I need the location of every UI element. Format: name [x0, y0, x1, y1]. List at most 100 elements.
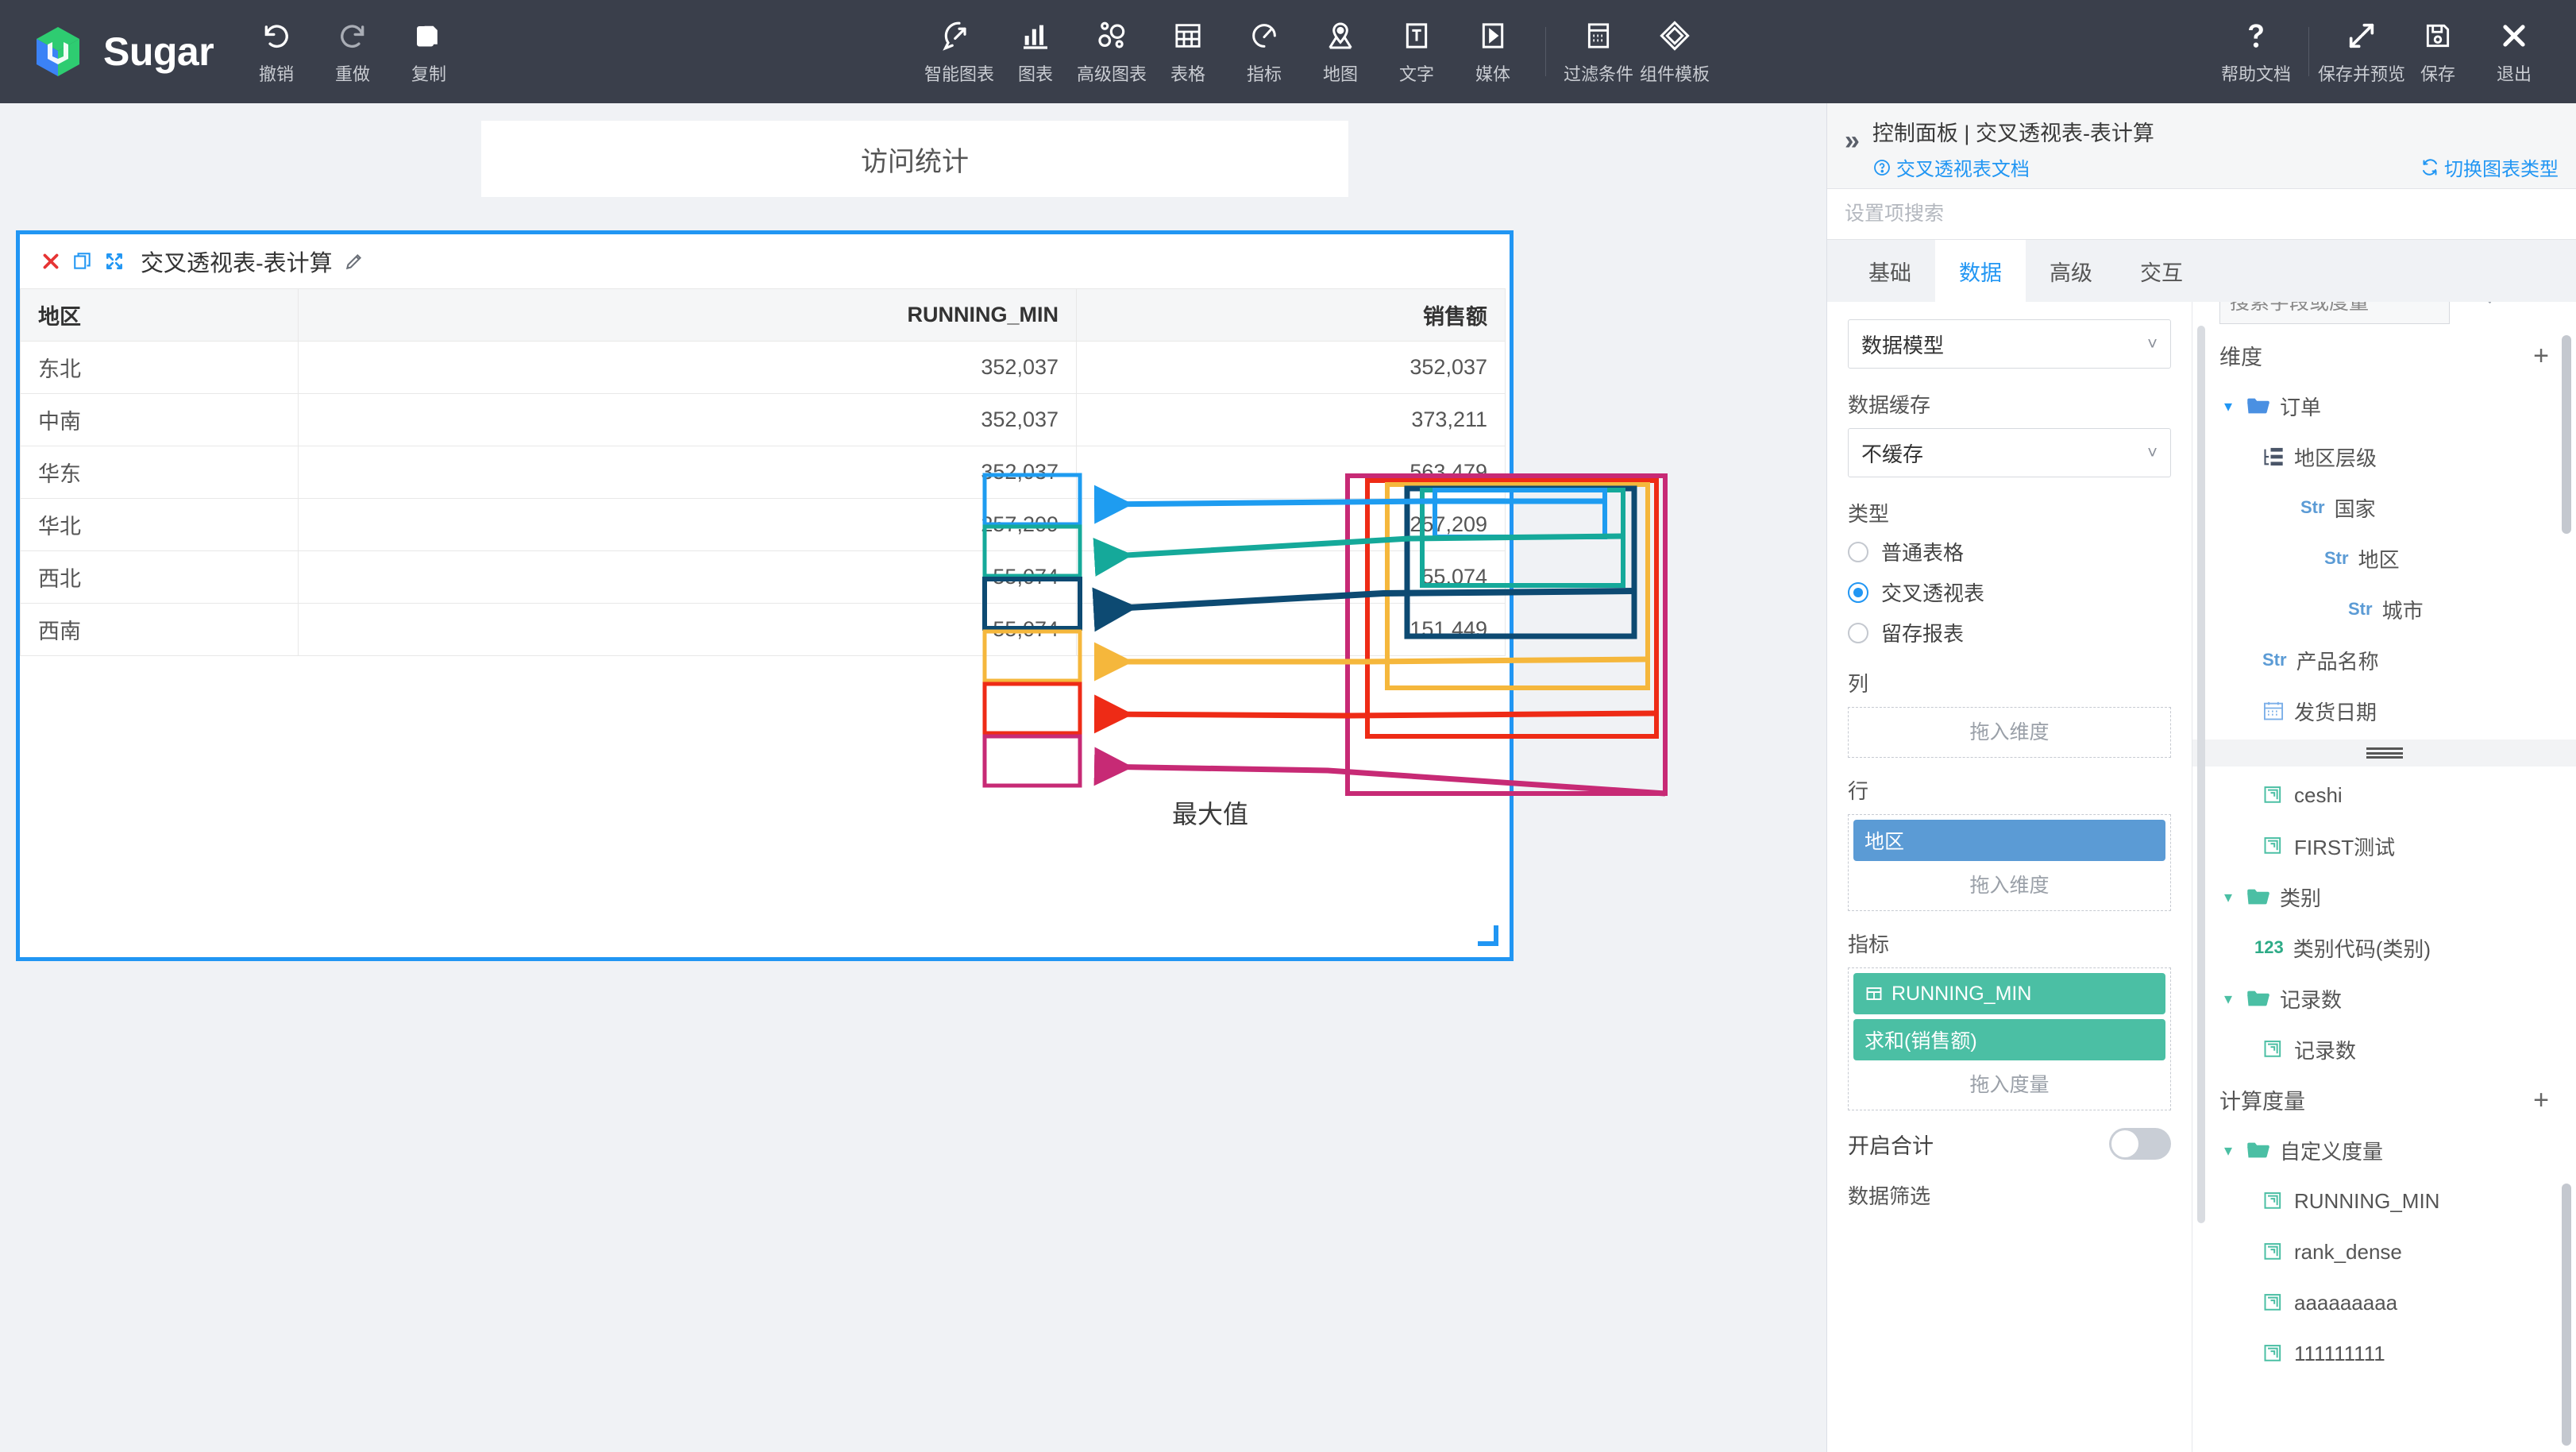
type-option-pivot-table[interactable]: 交叉透视表 [1848, 577, 2171, 607]
media-label: 媒体 [1475, 64, 1510, 84]
redo-icon [337, 17, 368, 54]
metric-button[interactable]: 指标 [1226, 0, 1302, 103]
undo-button[interactable]: 撤销 [238, 0, 314, 103]
table-row[interactable]: 华东 352,037 563,479 [20, 446, 1506, 499]
table-row[interactable]: 中南 352,037 373,211 [20, 393, 1506, 446]
copy-button[interactable]: 复制 [391, 0, 467, 103]
measure-pill-sum-sales[interactable]: 求和(销售额) [1853, 1019, 2165, 1060]
field-str-product-name[interactable]: Str 产品名称 [2192, 635, 2576, 685]
title-widget[interactable]: 访问统计 [481, 121, 1348, 197]
pivot-table[interactable]: 地区 RUNNING_MIN 销售额 东北 352,037 352,037 中南… [20, 288, 1506, 656]
add-calc-measure-icon[interactable]: + [2533, 1087, 2549, 1114]
field-hierarchy-region[interactable]: 地区层级 [2192, 431, 2576, 482]
field-num-category-code[interactable]: 123 类别代码(类别) [2192, 922, 2576, 973]
dashboard-canvas[interactable]: 访问统计 交叉透视表-表计算 地区 RUNNING_MIN 销售额 东北 352… [0, 103, 1826, 1452]
help-icon [2240, 17, 2272, 54]
cell-region: 西南 [20, 603, 299, 656]
col-header-region[interactable]: 地区 [20, 288, 299, 342]
exit-button[interactable]: 退出 [2476, 0, 2552, 103]
switch-chart-type-button[interactable]: 切换图表类型 [2420, 153, 2559, 181]
field-measure-record-count[interactable]: 记录数 [2192, 1024, 2576, 1075]
field-pane-resize-handle[interactable] [2192, 740, 2576, 767]
filter-button[interactable]: 过滤条件 [1560, 0, 1637, 103]
add-dimension-icon[interactable]: + [2533, 342, 2549, 369]
field-str-city[interactable]: Str 城市 [2192, 584, 2576, 635]
field-calc-rank-dense[interactable]: rank_dense [2192, 1226, 2576, 1277]
data-settings-column: 数据模型 ˅ 数据缓存 不缓存 ˅ 类型 普通表格 交叉透视表 留存报表 列 拖… [1827, 302, 2192, 1452]
table-row[interactable]: 西北 55,074 55,074 [20, 550, 1506, 604]
field-label: ceshi [2294, 782, 2343, 807]
field-folder-custom-measure[interactable]: ▾ 自定义度量 [2192, 1125, 2576, 1176]
save-preview-button[interactable]: 保存并预览 [2318, 0, 2405, 103]
smart-chart-button[interactable]: 智能图表 [921, 0, 997, 103]
field-label: 国家 [2334, 496, 2376, 521]
chart-button[interactable]: 图表 [997, 0, 1074, 103]
fullscreen-icon[interactable] [104, 251, 125, 272]
settings-search[interactable] [1827, 189, 2576, 240]
delete-icon[interactable] [40, 251, 61, 272]
cache-select[interactable]: 不缓存 ˅ [1848, 428, 2171, 477]
data-source-select[interactable]: 数据模型 ˅ [1848, 319, 2171, 369]
map-button[interactable]: 地图 [1302, 0, 1379, 103]
tab-advanced[interactable]: 高级 [2026, 240, 2116, 302]
data-source-value: 数据模型 [1861, 333, 1945, 357]
brand-name: Sugar [103, 29, 214, 74]
enable-total-toggle[interactable] [2109, 1128, 2171, 1160]
field-search-clipped[interactable]: 搜索字段或度量 [2192, 302, 2576, 330]
field-folder-order[interactable]: ▾ 订单 [2192, 380, 2576, 431]
folder-icon [2247, 889, 2269, 905]
chevron-down-icon: ▾ [2223, 397, 2233, 415]
rows-pill-region[interactable]: 地区 [1853, 820, 2165, 861]
type-option-plain-table[interactable]: 普通表格 [1848, 537, 2171, 566]
field-folder-category[interactable]: ▾ 类别 [2192, 871, 2576, 922]
field-str-country[interactable]: Str 国家 [2192, 482, 2576, 533]
columns-dropzone[interactable]: 拖入维度 [1848, 707, 2171, 758]
table-button[interactable]: 表格 [1150, 0, 1226, 103]
tab-data[interactable]: 数据 [1935, 240, 2026, 302]
cell-sales: 257,209 [1076, 498, 1506, 551]
save-button[interactable]: 保存 [2400, 0, 2476, 103]
duplicate-icon[interactable] [72, 251, 93, 272]
field-measure-ceshi[interactable]: ceshi [2192, 770, 2576, 821]
table-row[interactable]: 华北 257,209 257,209 [20, 498, 1506, 551]
field-date-ship-date[interactable]: 发货日期 [2192, 685, 2576, 736]
chevron-down-icon: ▾ [2223, 990, 2233, 1008]
col-header-sales[interactable]: 销售额 [1076, 288, 1506, 342]
field-search-input[interactable]: 搜索字段或度量 [2219, 302, 2450, 324]
measures-dropzone[interactable]: RUNNING_MIN 求和(销售额) 拖入度量 [1848, 967, 2171, 1110]
widget-resize-handle[interactable] [1478, 925, 1498, 946]
field-calc-aaaaaaaaa[interactable]: aaaaaaaaa [2192, 1277, 2576, 1328]
rows-dropzone[interactable]: 地区 拖入维度 [1848, 814, 2171, 911]
field-calc-running-min[interactable]: RUNNING_MIN [2192, 1176, 2576, 1226]
chevron-down-icon: ▾ [2223, 1141, 2233, 1160]
doc-link[interactable]: 交叉透视表文档 [1872, 153, 2030, 181]
save-preview-label: 保存并预览 [2318, 64, 2406, 84]
field-pane-scrollbar-bottom[interactable] [2562, 1184, 2571, 1446]
help-button[interactable]: 帮助文档 [2218, 0, 2294, 103]
field-calc-111111111[interactable]: 111111111 [2192, 1328, 2576, 1379]
field-label: 记录数 [2280, 987, 2343, 1012]
field-pane-scrollbar-top[interactable] [2562, 335, 2571, 534]
tab-basic[interactable]: 基础 [1845, 240, 1935, 302]
media-button[interactable]: 媒体 [1455, 0, 1531, 103]
type-option-retention-report[interactable]: 留存报表 [1848, 618, 2171, 647]
field-folder-record-count[interactable]: ▾ 记录数 [2192, 973, 2576, 1024]
field-pane-rail [2197, 326, 2205, 1223]
refresh-icon [2423, 158, 2437, 176]
field-measure-first-test[interactable]: FIRST测试 [2192, 821, 2576, 871]
col-header-running-min[interactable]: RUNNING_MIN [298, 288, 1077, 342]
redo-button[interactable]: 重做 [314, 0, 391, 103]
field-str-region[interactable]: Str 地区 [2192, 533, 2576, 584]
edit-pencil-icon[interactable] [344, 251, 364, 272]
search-icon[interactable] [2472, 302, 2494, 307]
pivot-table-widget[interactable]: 交叉透视表-表计算 地区 RUNNING_MIN 销售额 东北 352,037 [16, 230, 1514, 961]
tab-interact[interactable]: 交互 [2116, 240, 2207, 302]
settings-search-input[interactable] [1845, 203, 2559, 226]
table-row[interactable]: 西南 55,074 151,449 [20, 603, 1506, 656]
template-button[interactable]: 组件模板 [1637, 0, 1713, 103]
table-row[interactable]: 东北 352,037 352,037 [20, 341, 1506, 394]
advanced-chart-button[interactable]: 高级图表 [1074, 0, 1150, 103]
measure-pill-running-min[interactable]: RUNNING_MIN [1853, 973, 2165, 1014]
text-button[interactable]: 文字 [1379, 0, 1455, 103]
chevron-double-right-icon[interactable]: » [1845, 116, 1860, 188]
